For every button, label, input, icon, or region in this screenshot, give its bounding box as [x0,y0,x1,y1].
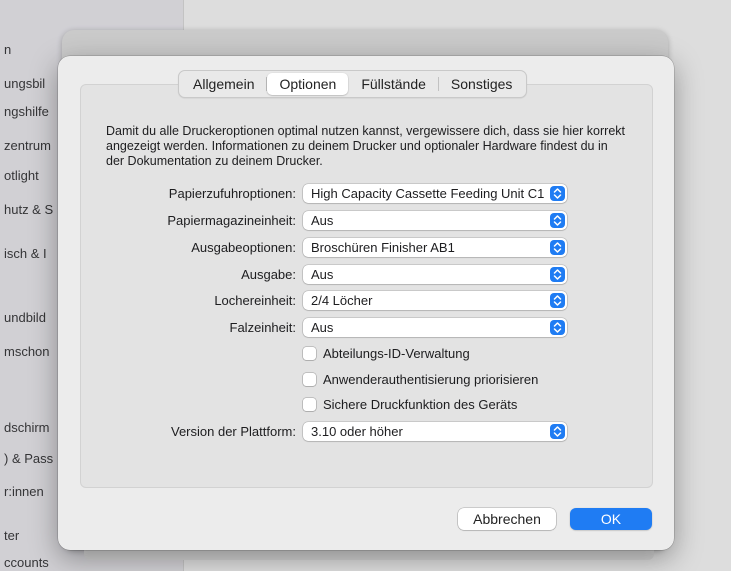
ausgabe-select[interactable]: Aus [303,264,567,284]
option-label: Ausgabe: [241,266,296,282]
anwenderauthentisierung-checkbox-row[interactable]: Anwenderauthentisierung priorisieren [303,370,538,388]
checkbox-label: Sichere Druckfunktion des Geräts [323,396,518,412]
ausgabeoptionen-select[interactable]: Broschüren Finisher AB1 [303,237,567,257]
option-label: Version der Plattform: [171,423,296,439]
option-label: Papierzufuhroptionen: [168,185,296,201]
select-value: 3.10 oder höher [311,423,403,439]
options-description: Damit du alle Druckeroptionen optimal nu… [106,124,625,168]
tab-sonstiges[interactable]: Sonstiges [439,73,524,95]
sichere-druckfunktion-checkbox[interactable] [303,397,316,411]
select-value: Aus [311,319,334,335]
checkbox-label: Abteilungs-ID-Verwaltung [323,345,470,361]
select-value: 2/4 Löcher [311,292,373,308]
tab-bar: Allgemein Optionen Füllstände Sonstiges [178,70,528,98]
cancel-button[interactable]: Abbrechen [458,508,556,530]
printer-options-dialog: Allgemein Optionen Füllstände Sonstiges … [58,56,674,550]
platform-version-select[interactable]: 3.10 oder höher [303,421,567,441]
popup-stepper-icon [550,212,565,228]
abteilungs-id-checkbox[interactable] [303,346,316,360]
popup-stepper-icon [550,292,565,308]
popup-stepper-icon [550,319,565,335]
sichere-druckfunktion-checkbox-row[interactable]: Sichere Druckfunktion des Geräts [303,395,517,413]
popup-stepper-icon [550,239,565,255]
popup-stepper-icon [550,185,565,201]
select-value: Aus [311,266,334,282]
select-value: High Capacity Cassette Feeding Unit C1 [311,185,545,201]
lochereinheit-select[interactable]: 2/4 Löcher [303,290,567,310]
option-label: Papiermagazineinheit: [167,212,296,228]
anwenderauthentisierung-checkbox[interactable] [303,372,316,386]
ok-button[interactable]: OK [570,508,652,530]
checkbox-label: Anwenderauthentisierung priorisieren [323,371,539,387]
tab-optionen[interactable]: Optionen [267,73,349,95]
papiermagazin-select[interactable]: Aus [303,210,567,230]
select-value: Aus [311,212,334,228]
tab-fuellstaende[interactable]: Füllstände [349,73,438,95]
option-label: Lochereinheit: [214,292,296,308]
abteilungs-id-checkbox-row[interactable]: Abteilungs-ID-Verwaltung [303,344,470,362]
popup-stepper-icon [550,423,565,439]
option-label: Falzeinheit: [229,319,296,335]
falzeinheit-select[interactable]: Aus [303,317,567,337]
papierzufuhr-select[interactable]: High Capacity Cassette Feeding Unit C1 [303,183,567,203]
option-label: Ausgabeoptionen: [191,239,296,255]
select-value: Broschüren Finisher AB1 [311,239,455,255]
tab-allgemein[interactable]: Allgemein [181,73,266,95]
popup-stepper-icon [550,266,565,282]
